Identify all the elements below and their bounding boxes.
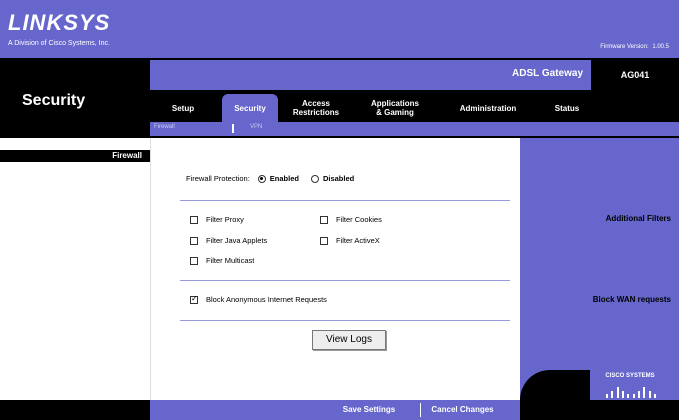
logo-subtitle: A Division of Cisco Systems, Inc.	[8, 40, 110, 47]
sub-tabs: Firewall VPN	[150, 122, 679, 136]
divider	[180, 280, 510, 281]
label-firewall: Firewall	[0, 150, 150, 162]
cisco-logo-text: CISCO SYSTEMS	[605, 373, 655, 379]
filter-activex-row: Filter ActiveX	[320, 236, 380, 245]
right-column	[520, 138, 679, 400]
firewall-enabled-label: Enabled	[269, 174, 299, 183]
firewall-protection-label: Firewall Protection:	[186, 174, 250, 183]
firewall-protection-row: Firewall Protection: Enabled Disabled	[186, 174, 354, 183]
filter-multicast-checkbox[interactable]	[190, 256, 198, 265]
filter-cookies-label: Filter Cookies	[336, 215, 382, 224]
filter-multicast-row: Filter Multicast	[190, 256, 254, 265]
firmware-version: Firmware Version: 1.00.5	[598, 44, 669, 50]
tab-access-restrictions[interactable]: Access Restrictions	[286, 94, 346, 122]
divider	[180, 320, 510, 321]
tab-applications-gaming[interactable]: Applications & Gaming	[360, 94, 430, 122]
linksys-logo: LINKSYS	[8, 10, 111, 35]
filter-activex-label: Filter ActiveX	[336, 236, 380, 245]
filter-activex-checkbox[interactable]	[320, 236, 328, 245]
subtab-separator	[232, 124, 234, 133]
left-column	[0, 138, 150, 400]
page-title: Security	[22, 92, 86, 109]
firmware-label: Firmware Version:	[600, 44, 649, 50]
filter-proxy-checkbox[interactable]	[190, 215, 198, 224]
firewall-disabled-label: Disabled	[322, 174, 355, 183]
model-number: AG041	[591, 60, 679, 90]
subtab-vpn[interactable]: VPN	[250, 124, 262, 130]
filter-proxy-label: Filter Proxy	[206, 215, 244, 224]
label-block-wan: Block WAN requests	[592, 295, 671, 304]
block-wan-checkbox[interactable]	[190, 294, 198, 304]
filter-cookies-row: Filter Cookies	[320, 215, 382, 224]
block-wan-row: Block Anonymous Internet Requests	[190, 294, 327, 304]
filter-java-label: Filter Java Applets	[206, 236, 268, 245]
firewall-disabled-radio[interactable]	[310, 174, 319, 183]
tab-setup[interactable]: Setup	[158, 94, 208, 122]
product-bar: ADSL Gateway AG041	[150, 60, 679, 90]
product-name: ADSL Gateway	[512, 68, 583, 79]
filter-proxy-row: Filter Proxy	[190, 215, 244, 224]
tab-administration[interactable]: Administration	[448, 94, 528, 122]
filter-multicast-label: Filter Multicast	[206, 256, 255, 265]
filter-cookies-checkbox[interactable]	[320, 215, 328, 224]
filter-java-row: Filter Java Applets	[190, 236, 267, 245]
divider	[180, 200, 510, 201]
firmware-value: 1.00.5	[652, 44, 669, 50]
tab-status[interactable]: Status	[542, 94, 592, 122]
filter-java-checkbox[interactable]	[190, 236, 198, 245]
block-wan-label: Block Anonymous Internet Requests	[206, 295, 327, 304]
cisco-logo-icon	[606, 384, 656, 398]
label-additional-filters: Additional Filters	[605, 214, 671, 223]
tab-security[interactable]: Security	[222, 94, 278, 122]
header-bar: LINKSYS A Division of Cisco Systems, Inc…	[0, 0, 679, 58]
cancel-changes-button[interactable]: Cancel Changes	[420, 403, 504, 417]
subtab-firewall[interactable]: Firewall	[154, 124, 175, 130]
firewall-enabled-radio[interactable]	[257, 174, 266, 183]
main-tabs: Setup Security Access Restrictions Appli…	[150, 94, 679, 122]
save-settings-button[interactable]: Save Settings	[334, 403, 404, 417]
view-logs-button[interactable]: View Logs	[312, 330, 386, 350]
